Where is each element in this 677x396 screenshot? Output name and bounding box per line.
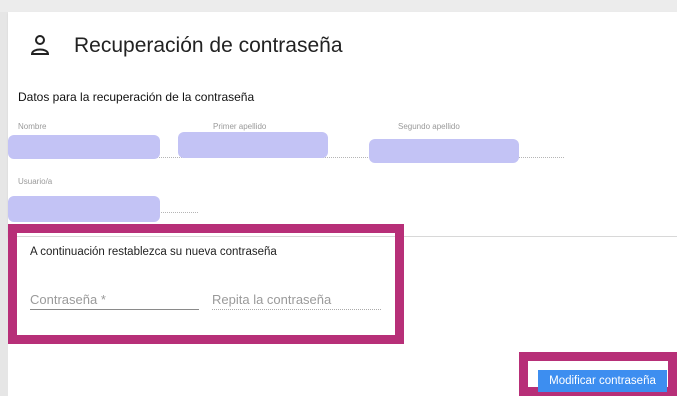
recovery-section-heading: Datos para la recuperación de la contras…: [18, 90, 255, 104]
page-title: Recuperación de contraseña: [74, 34, 343, 57]
primer-apellido-label: Primer apellido: [213, 122, 267, 131]
usuario-redaction: [8, 196, 160, 222]
nombre-redaction: [8, 135, 160, 159]
primer-apellido-redaction: [178, 132, 328, 158]
nombre-label: Nombre: [18, 122, 47, 131]
segundo-apellido-redaction: [369, 139, 519, 163]
window-left-band: [0, 12, 8, 396]
usuario-label: Usuario/a: [18, 177, 53, 186]
window-top-band: [0, 0, 677, 12]
person-icon: [30, 35, 50, 55]
segundo-apellido-label: Segundo apellido: [398, 122, 460, 131]
password-section-highlight: [8, 224, 404, 344]
modify-password-button[interactable]: Modificar contraseña: [538, 370, 667, 392]
